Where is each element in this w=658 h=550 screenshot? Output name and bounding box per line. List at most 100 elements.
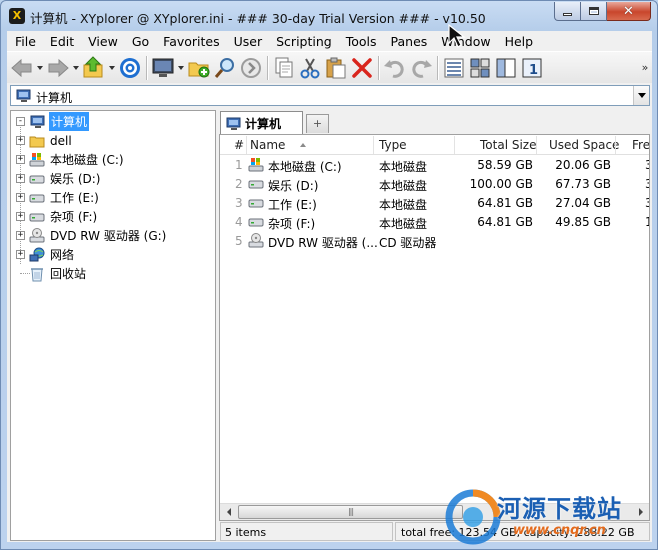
file-list[interactable]: # Name Type Total Size Used Space Free 1 xyxy=(219,134,650,521)
forward-button[interactable] xyxy=(45,55,71,81)
grid-layout-icon xyxy=(470,58,490,77)
tree-expander[interactable]: - xyxy=(16,117,25,126)
scissors-icon xyxy=(300,57,320,78)
back-arrow-icon xyxy=(11,58,32,77)
paste-button[interactable] xyxy=(323,55,349,81)
row-name: 本地磁盘 (C:) xyxy=(268,160,342,174)
computer-button[interactable] xyxy=(150,55,176,81)
tree-item-drive-e[interactable]: + 工作 (E:) xyxy=(16,188,101,207)
row-total-size: 64.81 GB xyxy=(477,196,533,210)
row-index: 3 xyxy=(235,196,243,210)
row-free: 37 xyxy=(645,196,649,210)
column-header-type[interactable]: Type xyxy=(379,138,407,152)
tree-item-recycle-bin[interactable]: 回收站 xyxy=(25,264,88,283)
dual-pane-button[interactable] xyxy=(493,55,519,81)
drive-icon xyxy=(248,216,264,231)
column-header-free[interactable]: Free xyxy=(632,138,649,152)
row-name: 工作 (E:) xyxy=(268,198,317,212)
target-button[interactable] xyxy=(117,55,143,81)
tree-expander[interactable]: + xyxy=(16,193,25,202)
row-total-size: 64.81 GB xyxy=(477,215,533,229)
row-type: 本地磁盘 xyxy=(379,198,428,212)
drive-icon xyxy=(29,190,45,206)
redo-button[interactable] xyxy=(408,55,434,81)
minimize-button[interactable] xyxy=(554,2,581,21)
column-separator[interactable] xyxy=(536,136,537,154)
address-dropdown-button[interactable] xyxy=(633,86,649,105)
menu-file[interactable]: File xyxy=(7,34,43,49)
column-separator[interactable] xyxy=(246,136,247,154)
tree-item-drive-c[interactable]: + 本地磁盘 (C:) xyxy=(16,150,126,169)
view-mode-button[interactable] xyxy=(441,55,467,81)
tree-item-drive-g[interactable]: + DVD RW 驱动器 (G:) xyxy=(16,226,168,245)
menu-user[interactable]: User xyxy=(227,34,270,49)
row-used-space: 27.04 GB xyxy=(555,196,611,210)
tree-item-drive-f[interactable]: + 杂项 (F:) xyxy=(16,207,99,226)
copy-button[interactable] xyxy=(271,55,297,81)
address-input[interactable]: 计算机 xyxy=(10,85,650,106)
title-bar[interactable]: X 计算机 - XYplorer @ XYplorer.ini - ### 30… xyxy=(1,1,657,31)
new-folder-button[interactable] xyxy=(186,55,212,81)
undo-button[interactable] xyxy=(382,55,408,81)
scroll-left-button[interactable] xyxy=(220,504,237,520)
close-button[interactable]: ✕ xyxy=(607,2,651,21)
menu-edit[interactable]: Edit xyxy=(43,34,81,49)
list-row-drive-g[interactable]: 5 DVD RW 驱动器 (... CD 驱动器 xyxy=(220,232,649,251)
column-header-name[interactable]: Name xyxy=(250,138,285,152)
address-bar: 计算机 xyxy=(7,83,652,109)
column-separator[interactable] xyxy=(454,136,455,154)
xyplorer-logo-icon[interactable]: X xyxy=(9,8,25,24)
back-button[interactable] xyxy=(9,55,35,81)
tree-item-dell[interactable]: + dell xyxy=(16,131,74,150)
list-row-drive-c[interactable]: 1 本地磁盘 (C:) 本地磁盘 58.59 GB 20.06 GB 38 xyxy=(220,156,649,176)
maximize-button[interactable] xyxy=(581,2,607,21)
tree-expander[interactable]: + xyxy=(16,212,25,221)
tree-item-network[interactable]: + 网络 xyxy=(16,245,76,264)
menu-panes[interactable]: Panes xyxy=(384,34,435,49)
column-header-index[interactable]: # xyxy=(234,138,244,152)
circle-arrow-icon xyxy=(241,57,261,78)
tree-expander[interactable]: + xyxy=(16,174,25,183)
folder-tree[interactable]: - 计算机 + dell + 本地磁盘 (C:) + 娱乐 (D:) + 工作 … xyxy=(10,110,216,541)
toolbar-overflow-chevron[interactable]: » xyxy=(638,61,652,74)
tree-expander[interactable]: + xyxy=(16,136,25,145)
new-tab-button[interactable]: + xyxy=(306,114,329,133)
delete-button[interactable] xyxy=(349,55,375,81)
menu-tools[interactable]: Tools xyxy=(339,34,384,49)
scroll-thumb[interactable]: ||| xyxy=(238,505,463,519)
system-drive-icon xyxy=(248,157,264,176)
tree-item-label: 娱乐 (D:) xyxy=(50,172,101,186)
tree-expander[interactable]: + xyxy=(16,231,25,240)
up-dropdown[interactable] xyxy=(107,55,117,81)
column-header-used-space[interactable]: Used Space xyxy=(549,138,619,152)
list-row-drive-e[interactable]: 3 工作 (E:) 本地磁盘 64.81 GB 27.04 GB 37 xyxy=(220,194,649,213)
forward-dropdown[interactable] xyxy=(71,55,81,81)
row-index: 4 xyxy=(235,215,243,229)
menu-scripting[interactable]: Scripting xyxy=(269,34,339,49)
go-button[interactable] xyxy=(238,55,264,81)
menu-favorites[interactable]: Favorites xyxy=(156,34,226,49)
find-button[interactable] xyxy=(212,55,238,81)
menu-go[interactable]: Go xyxy=(125,34,156,49)
menu-help[interactable]: Help xyxy=(498,34,544,49)
single-pane-button[interactable]: 1 xyxy=(519,55,545,81)
column-separator[interactable] xyxy=(615,136,616,154)
layout-button[interactable] xyxy=(467,55,493,81)
tree-expander[interactable]: + xyxy=(16,250,25,259)
tree-item-drive-d[interactable]: + 娱乐 (D:) xyxy=(16,169,102,188)
menu-view[interactable]: View xyxy=(81,34,125,49)
computer-dropdown[interactable] xyxy=(176,55,186,81)
list-row-drive-d[interactable]: 2 娱乐 (D:) 本地磁盘 100.00 GB 67.73 GB 32 xyxy=(220,175,649,194)
address-path: 计算机 xyxy=(36,91,73,105)
drive-icon xyxy=(248,178,264,193)
cut-button[interactable] xyxy=(297,55,323,81)
mouse-cursor-icon xyxy=(448,23,466,48)
column-header-total-size[interactable]: Total Size xyxy=(480,138,536,152)
column-separator[interactable] xyxy=(373,136,374,154)
tab-computer[interactable]: 计算机 xyxy=(220,111,303,135)
tree-item-computer[interactable]: - 计算机 xyxy=(11,112,90,131)
back-dropdown[interactable] xyxy=(35,55,45,81)
up-button[interactable] xyxy=(81,55,107,81)
list-row-drive-f[interactable]: 4 杂项 (F:) 本地磁盘 64.81 GB 49.85 GB 14 xyxy=(220,213,649,232)
tree-expander[interactable]: + xyxy=(16,155,25,164)
